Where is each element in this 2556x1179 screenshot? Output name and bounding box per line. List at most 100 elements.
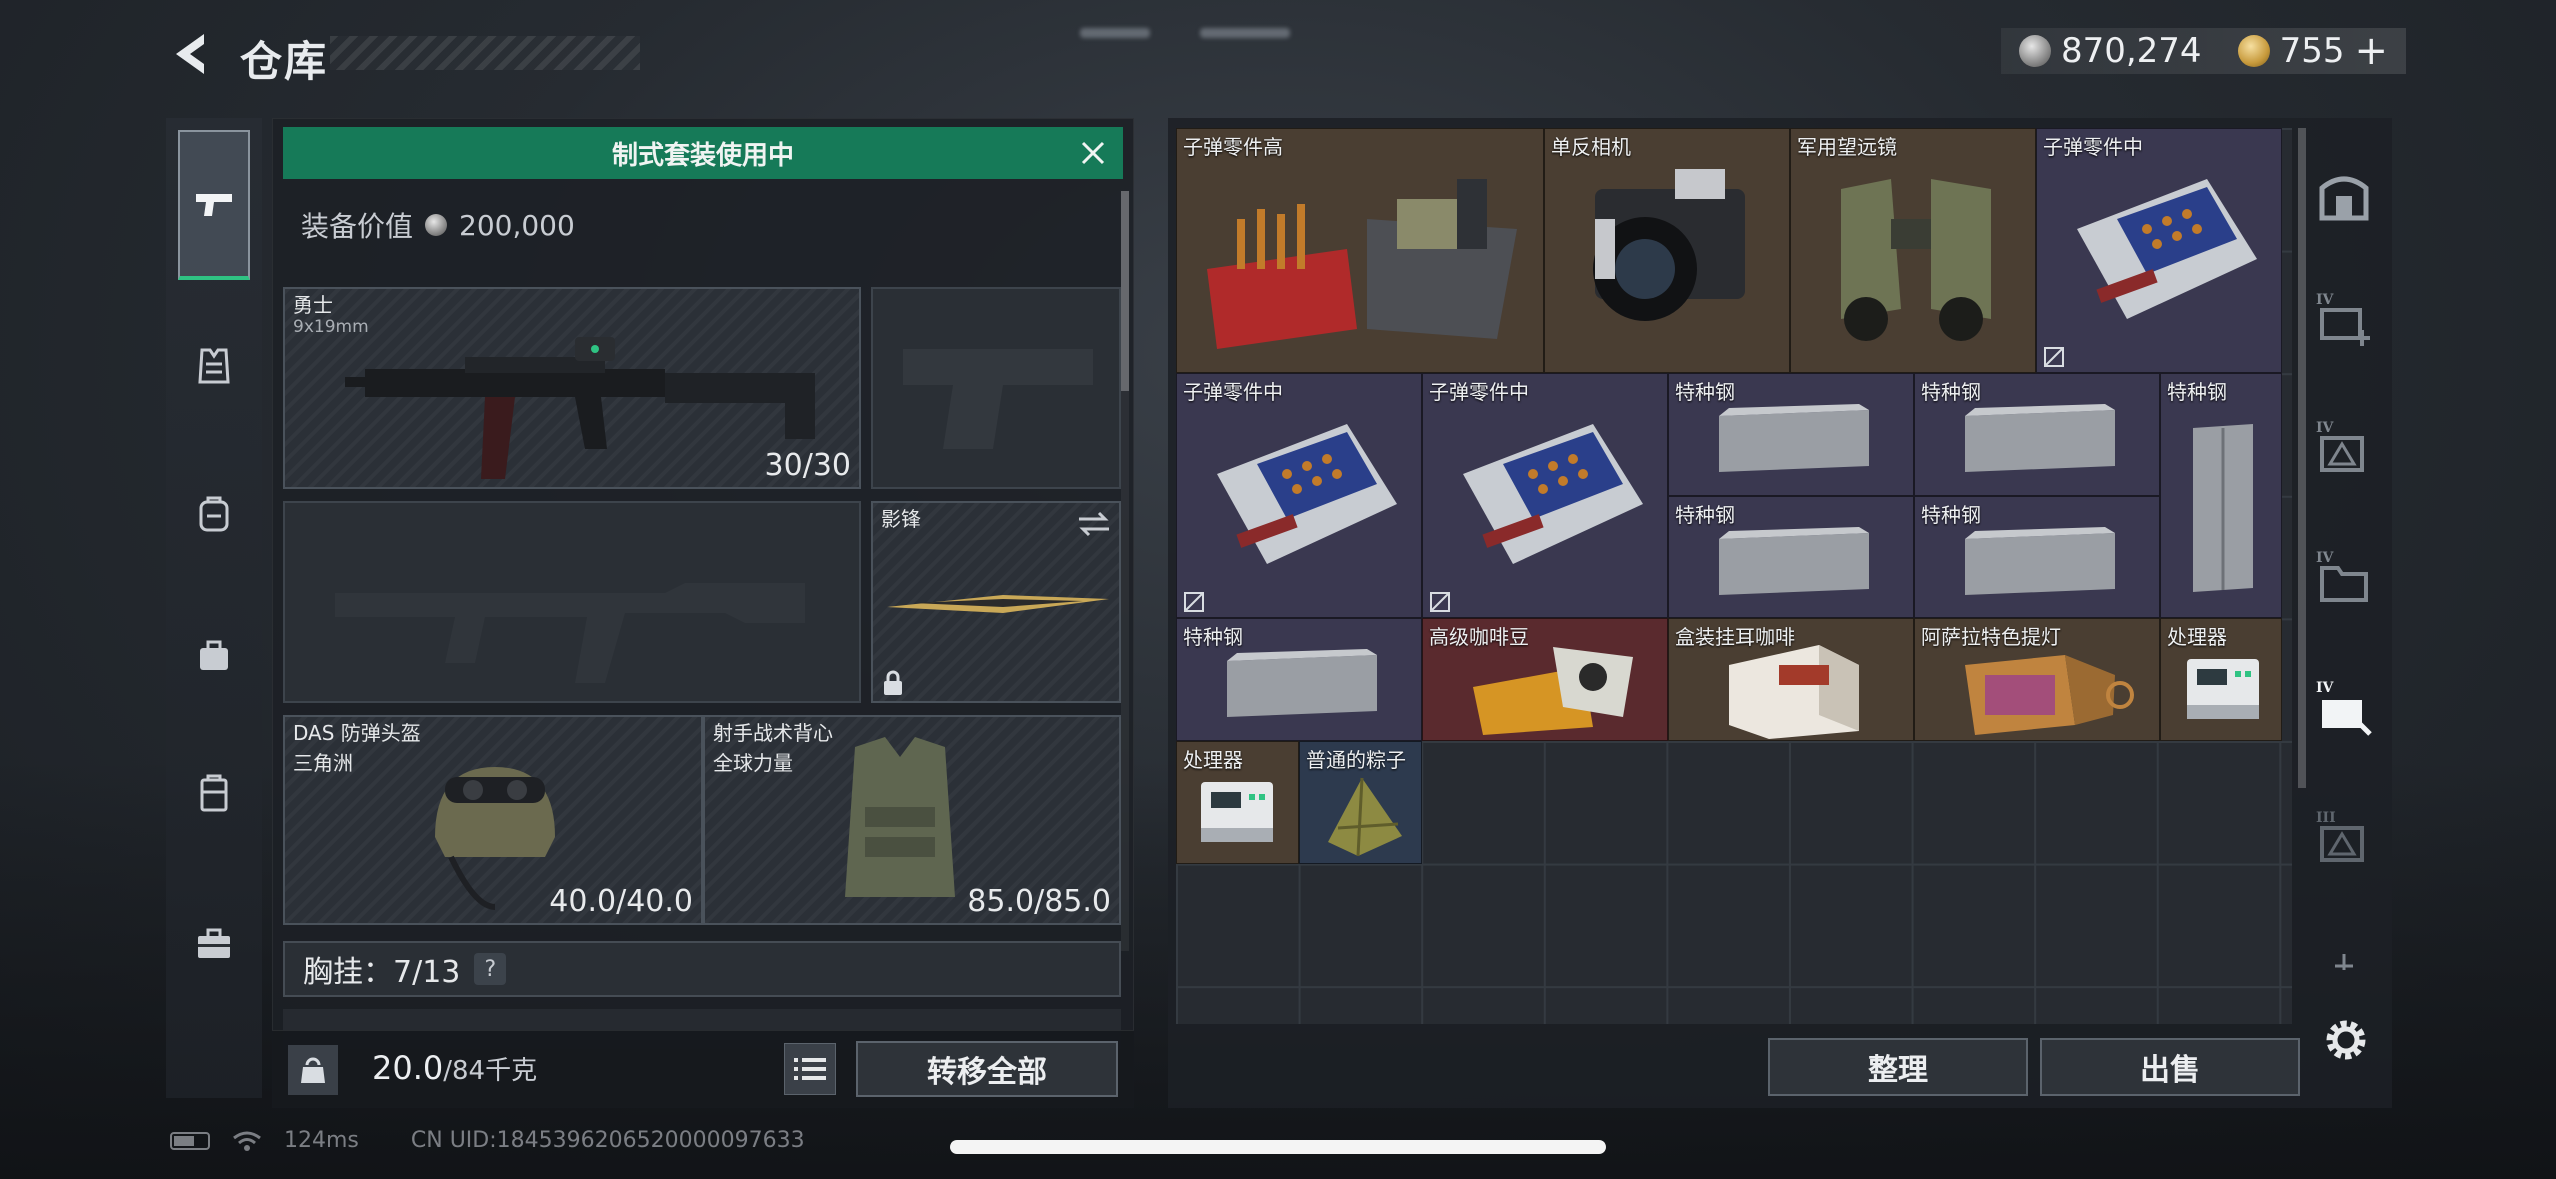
silver-coin-icon [2018,35,2051,67]
helmet-durability: 40.0/40.0 [549,884,693,919]
vest-armor-icon [845,737,955,897]
tier-label: IV [2316,420,2335,436]
warehouse-item[interactable]: 阿萨拉特色提灯 [1914,618,2160,741]
item-name: 子弹零件中 [2043,135,2143,159]
warehouse-item[interactable]: 高级咖啡豆 [1422,618,1668,741]
tier-label: IV [2316,680,2335,696]
tier-label: IV [2316,550,2335,566]
helmet-slot[interactable]: DAS 防弹头盔 三角洲 40.0/40.0 [283,715,703,925]
settings-button[interactable] [2320,1014,2372,1066]
category-armor[interactable] [178,330,250,402]
warehouse-item[interactable]: 子弹零件高 [1176,128,1544,373]
weight-current: 20.0 [372,1049,444,1087]
item-name: 高级咖啡豆 [1429,625,1529,649]
medkit-icon: IV [2316,292,2370,346]
warehouse-item[interactable]: 普通的粽子 [1299,741,1422,864]
coffee-box-icon [1729,645,1859,739]
back-button[interactable] [160,26,220,82]
category-toolbox[interactable] [178,908,250,980]
vest-name: 射手战术背心 [713,721,833,745]
item-name: 特种钢 [1675,503,1735,527]
warehouse-item[interactable]: 子弹零件中 [2036,128,2282,373]
tier-item-equipment[interactable]: IV [2314,418,2374,478]
equipment-scrollbar[interactable] [1121,191,1129,951]
ammo-crate-icon [1207,179,1517,349]
swap-icon[interactable] [1077,511,1111,537]
home-indicator[interactable] [950,1140,1606,1154]
processor-icon [1201,782,1273,842]
tier-item-medical[interactable]: IV [2314,290,2374,350]
category-bag[interactable] [178,618,250,690]
item-name: 特种钢 [1675,380,1735,404]
currency-bar: 870,274 755 + [2000,28,2406,74]
list-view-button[interactable] [784,1043,836,1095]
warehouse-item[interactable]: 特种钢 [1914,373,2160,496]
item-name: 特种钢 [1183,625,1243,649]
battery-icon [170,1131,210,1150]
warehouse-item[interactable]: 子弹零件中 [1422,373,1668,618]
no-trade-icon [1430,592,1450,612]
tier-item-documents[interactable]: IV [2314,548,2374,608]
wifi-icon [233,1131,261,1151]
processor-icon [2187,659,2259,719]
warehouse-item[interactable]: 处理器 [2160,618,2282,741]
warehouse-item[interactable]: 特种钢 [2160,373,2282,618]
sell-button[interactable]: 出售 [2040,1038,2300,1096]
transfer-all-button[interactable]: 转移全部 [856,1041,1118,1097]
warehouse-panel: 子弹零件高 单反相机 军用望远镜 子弹零件中 子弹零件中 子弹零件中 特种钢 特… [1168,118,2392,1108]
kettlebell-icon [301,1057,325,1083]
gold-coin-icon [2237,35,2270,67]
warehouse-item[interactable]: 军用望远镜 [1790,128,2036,373]
carry-weight: 20.0/84千克 [372,1049,537,1087]
category-helmet[interactable] [178,478,250,550]
ammo-tray-icon [1463,424,1643,564]
tier-item-tools[interactable]: IV [2314,678,2374,738]
warehouse-item[interactable]: 特种钢 [1176,618,1422,741]
warehouse-item[interactable]: 处理器 [1176,741,1299,864]
gear-tier-icon: III [2316,810,2364,862]
silver-amount: 870,274 [2060,31,2202,71]
category-case[interactable] [178,758,250,830]
close-icon [1081,141,1105,165]
warehouse-item[interactable]: 特种钢 [1668,496,1914,618]
add-currency-button[interactable]: + [2354,28,2388,74]
scroll-thumb[interactable] [1121,191,1129,391]
tier-label: IV [2316,292,2335,308]
gear-tier-icon: IV [2316,420,2364,472]
no-trade-icon [2044,347,2064,367]
lock-icon [884,670,902,695]
loadout-banner: 制式套装使用中 [283,127,1123,179]
tier-item-more[interactable] [2314,952,2374,972]
secondary-weapon-slot[interactable] [283,501,861,703]
warehouse-item[interactable]: 特种钢 [1668,373,1914,496]
plus-icon [2335,954,2353,970]
sort-button[interactable]: 整理 [1768,1038,2028,1096]
no-trade-icon [1184,592,1204,612]
warehouse-item[interactable]: 特种钢 [1914,496,2160,618]
item-name: 特种钢 [1921,380,1981,404]
melee-name: 影锋 [881,507,921,531]
banner-text: 制式套装使用中 [611,140,794,171]
warehouse-item[interactable]: 盒装挂耳咖啡 [1668,618,1914,741]
help-icon[interactable]: ? [474,953,507,985]
melee-slot[interactable]: 影锋 [871,501,1121,703]
silver-coin-icon [425,214,448,236]
tier-item-misc[interactable]: III [2314,808,2374,868]
banner-close-button[interactable] [1073,133,1113,173]
warehouse-item[interactable]: 子弹零件中 [1176,373,1422,618]
warehouse-item[interactable]: 单反相机 [1544,128,1790,373]
vest-slot[interactable]: 射手战术背心 全球力量 85.0/85.0 [703,715,1121,925]
sidearm-slot[interactable] [871,287,1121,489]
tier-item-safe[interactable] [2314,166,2374,226]
chest-rig-bar[interactable]: 胸挂：7/13 ? [283,941,1121,997]
equipment-value-label: 装备价值 [301,210,414,243]
primary-weapon-slot[interactable]: 勇士 9x19mm 30/30 [283,287,861,489]
silver-currency: 870,274 [2018,31,2202,71]
tools-icon: IV [2316,680,2372,736]
item-name: 单反相机 [1551,135,1631,159]
vest-durability: 85.0/85.0 [967,884,1111,919]
item-name: 特种钢 [1921,503,1981,527]
category-weapons[interactable] [178,130,250,280]
lantern-icon [1965,655,2134,735]
weapon-ammo: 30/30 [764,448,851,483]
